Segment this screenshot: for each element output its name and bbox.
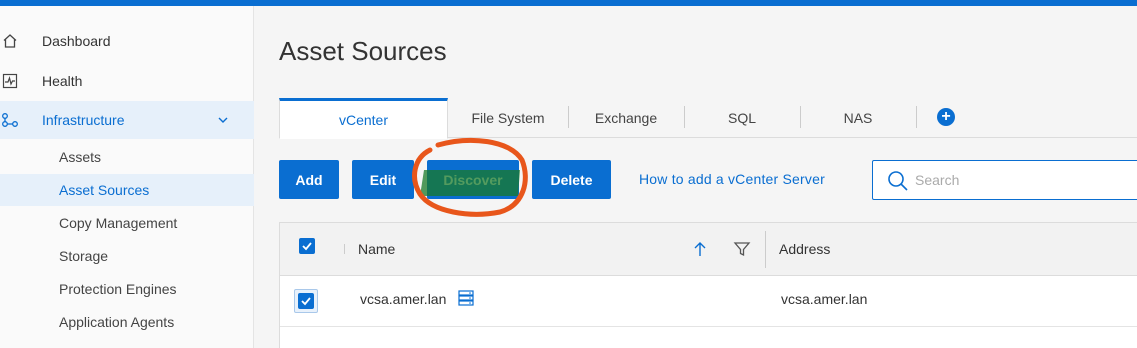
sidebar-subitem-protection-engines[interactable]: Protection Engines: [0, 273, 254, 305]
sidebar-subitem-label: Protection Engines: [59, 281, 177, 297]
sidebar-item-label: Infrastructure: [42, 112, 125, 128]
sidebar-subitem-asset-sources[interactable]: Asset Sources: [0, 174, 254, 206]
sidebar-subitem-label: Asset Sources: [59, 182, 150, 198]
sidebar-subitem-storage[interactable]: Storage: [0, 240, 254, 272]
infrastructure-icon: [1, 111, 19, 129]
sidebar-item-infrastructure[interactable]: Infrastructure: [0, 101, 254, 139]
checkmark-icon: [302, 242, 312, 251]
server-icon: [458, 290, 474, 306]
add-tab-icon[interactable]: +: [937, 108, 955, 126]
sidebar-subitem-label: Storage: [59, 248, 109, 264]
sidebar-item-label: Dashboard: [42, 33, 111, 49]
edit-button[interactable]: Edit: [352, 160, 414, 199]
discover-button[interactable]: Discover: [427, 160, 519, 199]
main-content: Asset Sources vCenter File System Exchan…: [255, 6, 1137, 348]
column-header-name[interactable]: Name: [358, 241, 395, 257]
tab-divider: [916, 106, 917, 128]
sidebar-subitem-copy-management[interactable]: Copy Management: [0, 207, 254, 239]
tab-nas[interactable]: NAS: [800, 98, 916, 138]
table-header: Name Address: [280, 223, 1137, 276]
search-icon: [887, 170, 909, 192]
page-title: Asset Sources: [279, 36, 447, 66]
column-divider: [765, 231, 766, 268]
select-all-checkbox[interactable]: [299, 238, 315, 254]
tab-vcenter[interactable]: vCenter: [279, 98, 448, 139]
chevron-down-icon[interactable]: [216, 113, 230, 127]
add-button[interactable]: Add: [279, 160, 339, 199]
cell-name[interactable]: vcsa.amer.lan: [360, 291, 446, 307]
asset-sources-table: Name Address vcsa.amer.lan vcsa.amer.lan: [279, 222, 1137, 348]
table-row[interactable]: vcsa.amer.lan vcsa.amer.lan: [280, 277, 1137, 327]
cell-address[interactable]: vcsa.amer.lan: [781, 291, 867, 307]
home-icon: [1, 32, 19, 50]
search-box[interactable]: [872, 160, 1137, 200]
tab-bar: vCenter File System Exchange SQL NAS +: [279, 98, 1137, 139]
sidebar-item-health[interactable]: Health: [0, 62, 254, 100]
sidebar: Dashboard Health Infrastructure Assets A…: [0, 6, 254, 348]
column-divider: [344, 244, 345, 254]
sidebar-subitem-label: Assets: [59, 149, 102, 165]
sort-ascending-icon[interactable]: [692, 240, 708, 258]
row-checkbox[interactable]: [298, 293, 314, 309]
column-header-address[interactable]: Address: [779, 241, 830, 257]
tab-sql[interactable]: SQL: [684, 98, 800, 138]
sidebar-subitem-assets[interactable]: Assets: [0, 141, 254, 173]
tab-file-system[interactable]: File System: [448, 98, 568, 138]
help-link[interactable]: How to add a vCenter Server: [639, 171, 825, 187]
health-icon: [1, 72, 19, 90]
sidebar-subitem-label: Application Agents: [59, 314, 175, 330]
sidebar-subitem-label: Copy Management: [59, 215, 178, 231]
sidebar-item-label: Health: [42, 73, 83, 89]
search-input[interactable]: [915, 170, 1115, 190]
delete-button[interactable]: Delete: [532, 160, 611, 199]
sidebar-item-dashboard[interactable]: Dashboard: [0, 22, 254, 60]
sidebar-subitem-application-agents[interactable]: Application Agents: [0, 306, 254, 338]
filter-icon[interactable]: [733, 240, 751, 258]
tab-exchange[interactable]: Exchange: [568, 98, 684, 138]
checkmark-icon: [301, 297, 311, 306]
